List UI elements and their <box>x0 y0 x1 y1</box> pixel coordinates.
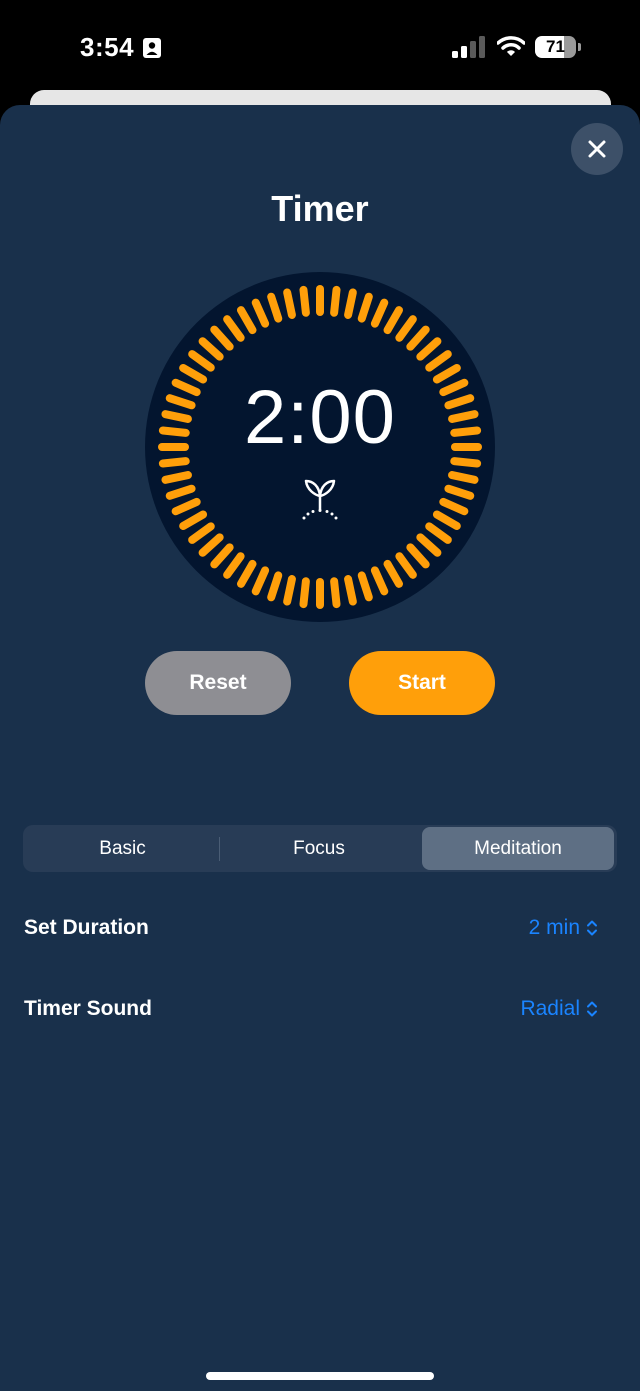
dial-tick <box>299 577 310 609</box>
dial-tick <box>299 285 310 317</box>
dial-tick <box>330 577 341 609</box>
segment-divider <box>219 837 220 861</box>
dial-tick <box>344 575 357 606</box>
reset-button[interactable]: Reset <box>145 651 291 715</box>
dial-tick <box>161 471 192 484</box>
close-icon <box>588 140 606 158</box>
dial-tick <box>450 457 482 468</box>
dial-tick <box>158 457 190 468</box>
battery-icon: 71 <box>535 36 581 58</box>
home-indicator[interactable] <box>206 1372 434 1380</box>
dial-tick <box>344 288 357 319</box>
start-button[interactable]: Start <box>349 651 495 715</box>
timer-sound-label: Timer Sound <box>24 997 152 1020</box>
dial-tick <box>330 285 341 317</box>
chevron-updown-icon <box>587 1001 597 1017</box>
timer-display: 2:00 <box>244 375 396 460</box>
set-duration-label: Set Duration <box>24 916 149 939</box>
mode-segmented-control: Basic Focus Meditation <box>23 825 617 872</box>
sound-value: Radial <box>520 997 580 1020</box>
segment-basic[interactable]: Basic <box>25 827 220 870</box>
duration-picker[interactable]: 2 min <box>529 916 598 940</box>
wifi-icon <box>497 36 525 56</box>
person-icon <box>143 38 161 58</box>
status-time: 3:54 <box>80 32 135 62</box>
page-title: Timer <box>271 188 369 229</box>
segment-meditation[interactable]: Meditation <box>422 827 614 870</box>
sprout-icon <box>302 479 338 520</box>
dial-tick <box>283 575 296 606</box>
dial-tick <box>283 288 296 319</box>
segment-focus[interactable]: Focus <box>221 827 417 870</box>
dial-tick <box>448 471 479 484</box>
sound-picker[interactable]: Radial <box>520 997 598 1021</box>
close-button[interactable] <box>571 123 623 175</box>
status-bar: 3:54 71 <box>0 0 640 96</box>
battery-level: 71 <box>546 37 565 56</box>
signal-icon <box>452 36 485 58</box>
chevron-updown-icon <box>587 920 597 936</box>
duration-value: 2 min <box>528 916 580 939</box>
